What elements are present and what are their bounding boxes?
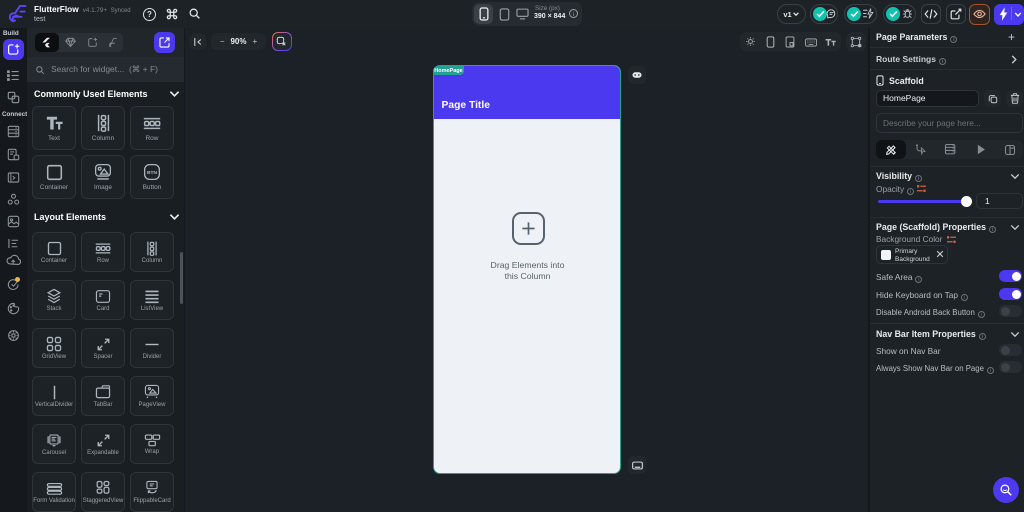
svg-text:BTN: BTN xyxy=(147,170,158,176)
